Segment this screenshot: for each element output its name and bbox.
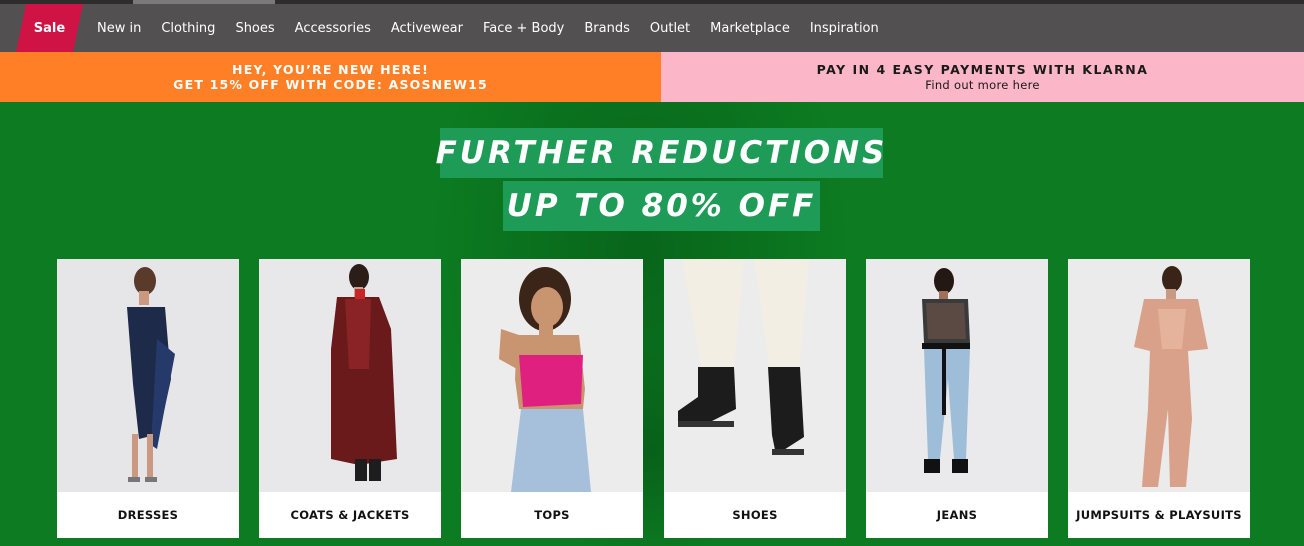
category-label-tops: TOPS: [534, 508, 570, 522]
category-card-jeans[interactable]: JEANS: [866, 259, 1048, 538]
category-card-coats-jackets[interactable]: COATS & JACKETS: [259, 259, 441, 538]
category-card-tops[interactable]: TOPS: [461, 259, 643, 538]
promo-left-line2: GET 15% OFF WITH CODE: ASOSNEW15: [173, 77, 488, 92]
category-label-dresses: DRESSES: [117, 508, 179, 522]
hero-subheadline: UP TO 80% OFF: [503, 181, 820, 231]
category-label-jeans: JEANS: [936, 508, 978, 522]
category-label-shoes: SHOES: [732, 508, 778, 522]
nav-item-outlet[interactable]: Outlet: [640, 4, 700, 52]
nav-items: New in Clothing Shoes Accessories Active…: [87, 4, 889, 52]
category-image-jumpsuits-playsuits: [1068, 259, 1250, 492]
nav-item-clothing[interactable]: Clothing: [151, 4, 225, 52]
nav-item-inspiration[interactable]: Inspiration: [800, 4, 889, 52]
category-image-shoes: [664, 259, 846, 492]
hero-headline: FURTHER REDUCTIONS: [436, 128, 884, 178]
promo-left-line1: HEY, YOU’RE NEW HERE!: [232, 62, 429, 77]
promo-right-line1: PAY IN 4 EASY PAYMENTS WITH KLARNA: [816, 62, 1149, 77]
category-label-coats-jackets: COATS & JACKETS: [290, 508, 410, 522]
nav-item-activewear[interactable]: Activewear: [381, 4, 473, 52]
new-customer-promo-banner[interactable]: HEY, YOU’RE NEW HERE! GET 15% OFF WITH C…: [0, 52, 661, 102]
category-label-jumpsuits-playsuits: JUMPSUITS & PLAYSUITS: [1076, 508, 1242, 522]
promo-right-link[interactable]: Find out more here: [925, 78, 1039, 92]
nav-item-shoes[interactable]: Shoes: [225, 4, 284, 52]
category-card-jumpsuits-playsuits[interactable]: JUMPSUITS & PLAYSUITS: [1068, 259, 1250, 538]
nav-item-sale[interactable]: Sale: [16, 4, 83, 52]
category-card-dresses[interactable]: DRESSES: [57, 259, 239, 538]
nav-item-brands[interactable]: Brands: [574, 4, 640, 52]
category-image-tops: [461, 259, 643, 492]
category-image-jeans: [866, 259, 1048, 492]
category-card-shoes[interactable]: SHOES: [664, 259, 846, 538]
nav-item-accessories[interactable]: Accessories: [285, 4, 381, 52]
nav-item-face-body[interactable]: Face + Body: [473, 4, 574, 52]
nav-item-new-in[interactable]: New in: [87, 4, 151, 52]
nav-item-marketplace[interactable]: Marketplace: [700, 4, 800, 52]
main-nav: Sale New in Clothing Shoes Accessories A…: [0, 4, 1304, 52]
category-image-coats-jackets: [259, 259, 441, 492]
sale-hero: FURTHER REDUCTIONS UP TO 80% OFF DRESSES: [0, 102, 1304, 546]
category-image-dresses: [57, 259, 239, 492]
klarna-promo-banner[interactable]: PAY IN 4 EASY PAYMENTS WITH KLARNA Find …: [661, 52, 1304, 102]
